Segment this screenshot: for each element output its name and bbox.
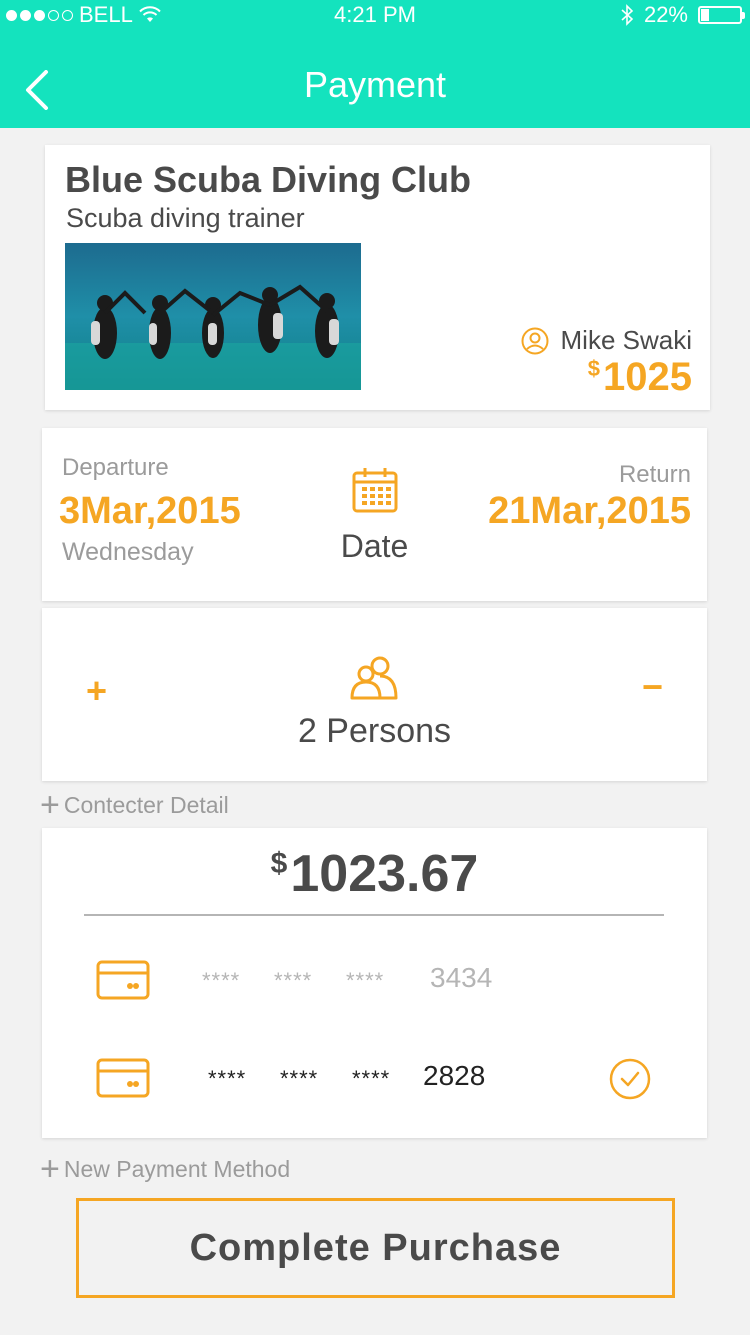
page-title: Payment [303,64,447,105]
battery-icon [698,6,745,24]
calendar-icon[interactable] [351,466,399,514]
contact-detail-link[interactable]: + Contecter Detail [40,788,229,822]
club-subtitle: Scuba diving trainer [66,203,305,233]
bluetooth-icon [621,4,634,26]
card-mask-group: **** [202,968,241,993]
departure-date[interactable]: 3Mar,2015 [59,490,241,533]
departure-label: Departure [62,454,169,481]
club-card[interactable]: Blue Scuba Diving Club Scuba diving trai… [45,145,710,410]
remove-person-button[interactable]: − [642,666,663,708]
payment-total: $1023.67 [42,844,707,904]
total-value: 1023.67 [290,845,479,903]
battery-percent: 22% [643,2,688,27]
status-right: 22% [620,2,745,28]
app-header: BELL 4:21 PM 22% Payment [0,0,750,128]
plus-icon: + [40,1150,60,1188]
total-currency: $ [270,846,288,880]
card-last4: 3434 [430,962,493,993]
divider [84,914,664,916]
card-mask-group: **** [346,968,385,993]
price-currency: $ [587,355,601,381]
card-mask-group: **** [274,968,313,993]
price-value: 1025 [603,355,692,399]
credit-card-icon [96,960,150,1000]
card-mask-group: **** [280,1066,319,1091]
date-label: Date [340,528,409,564]
club-photo [65,243,361,390]
complete-purchase-button[interactable]: Complete Purchase [76,1198,675,1298]
return-date[interactable]: 21Mar,2015 [488,490,691,533]
user-icon [521,327,549,354]
persons-count: 2 Persons [297,712,452,750]
trainer-name: Mike Swaki [560,325,692,355]
add-person-button[interactable]: + [86,670,107,712]
payment-card-row[interactable]: **** **** **** 2828 [42,1048,707,1108]
group-icon [350,656,398,700]
payment-card-row[interactable]: **** **** **** 3434 [42,950,707,1010]
credit-card-icon [96,1058,150,1098]
date-card[interactable]: Departure 3Mar,2015 Wednesday Date Retur… [42,428,707,601]
payment-card: $1023.67 **** **** **** 3434 **** **** *… [42,828,707,1138]
persons-card: + 2 Persons − [42,608,707,781]
status-bar: BELL 4:21 PM 22% [0,0,750,30]
checkmark-circle-icon[interactable] [609,1058,651,1100]
new-payment-label: New Payment Method [63,1155,291,1182]
card-mask-group: **** [208,1066,247,1091]
card-last4: 2828 [423,1060,486,1091]
club-price: $1025 [588,355,692,400]
card-mask-group: **** [352,1066,391,1091]
return-label: Return [618,461,691,488]
new-payment-method-link[interactable]: + New Payment Method [40,1152,290,1186]
club-name: Blue Scuba Diving Club [65,159,472,200]
plus-icon: + [40,786,60,824]
contact-detail-label: Contecter Detail [63,791,229,818]
trainer-info: Mike Swaki [521,325,692,356]
